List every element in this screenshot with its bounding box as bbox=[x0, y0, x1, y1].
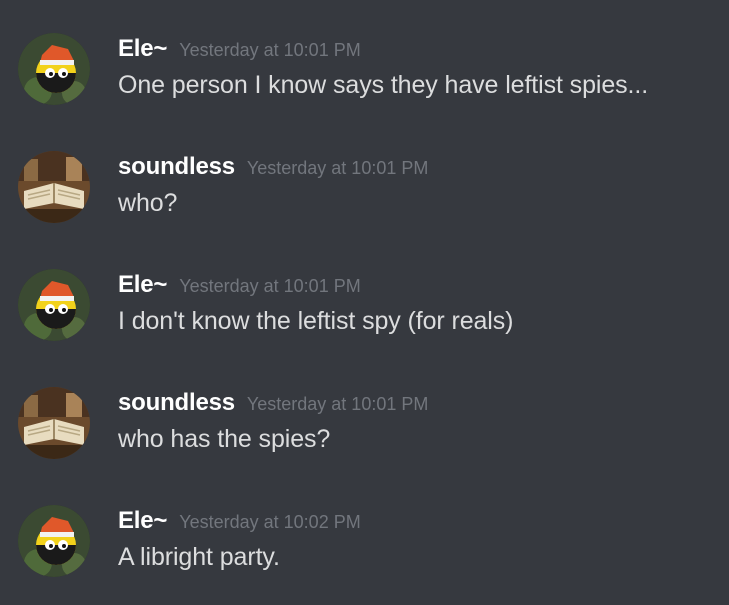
message-author[interactable]: Ele~ bbox=[118, 507, 167, 534]
message-text: A libright party. bbox=[118, 543, 280, 571]
message-text: I don't know the leftist spy (for reals) bbox=[118, 307, 514, 335]
message-text: One person I know says they have leftist… bbox=[118, 71, 649, 99]
message-author[interactable]: Ele~ bbox=[118, 35, 167, 62]
countryball-avatar-icon[interactable] bbox=[18, 505, 90, 577]
message-header: Ele~ Yesterday at 10:01 PM bbox=[118, 271, 361, 299]
message-item: Ele~ Yesterday at 10:01 PM One person I k… bbox=[0, 33, 729, 133]
message-author[interactable]: Ele~ bbox=[118, 271, 167, 298]
message-item: Ele~ Yesterday at 10:01 PM I don't know t… bbox=[0, 269, 729, 369]
chat-message-list: Ele~ Yesterday at 10:01 PM One person I k… bbox=[0, 0, 729, 600]
message-timestamp: Yesterday at 10:01 PM bbox=[179, 276, 361, 296]
message-header: Ele~ Yesterday at 10:01 PM bbox=[118, 35, 361, 63]
message-item: soundless Yesterday at 10:01 PM who? bbox=[0, 151, 729, 251]
countryball-avatar-icon[interactable] bbox=[18, 269, 90, 341]
books-avatar-icon[interactable] bbox=[18, 387, 90, 459]
message-item: Ele~ Yesterday at 10:02 PM A libright par… bbox=[0, 505, 729, 605]
message-text: who has the spies? bbox=[118, 425, 331, 453]
message-timestamp: Yesterday at 10:02 PM bbox=[179, 512, 361, 532]
message-timestamp: Yesterday at 10:01 PM bbox=[246, 394, 429, 414]
message-timestamp: Yesterday at 10:01 PM bbox=[179, 40, 361, 60]
countryball-avatar-icon[interactable] bbox=[18, 33, 90, 105]
books-avatar-icon[interactable] bbox=[18, 151, 90, 223]
message-author[interactable]: soundless bbox=[118, 153, 235, 180]
message-author[interactable]: soundless bbox=[118, 389, 235, 416]
message-header: soundless Yesterday at 10:01 PM bbox=[118, 153, 428, 181]
message-header: soundless Yesterday at 10:01 PM bbox=[118, 389, 428, 417]
message-item: soundless Yesterday at 10:01 PM who has t… bbox=[0, 387, 729, 487]
message-header: Ele~ Yesterday at 10:02 PM bbox=[118, 507, 361, 535]
message-timestamp: Yesterday at 10:01 PM bbox=[246, 158, 429, 178]
message-text: who? bbox=[118, 189, 178, 217]
